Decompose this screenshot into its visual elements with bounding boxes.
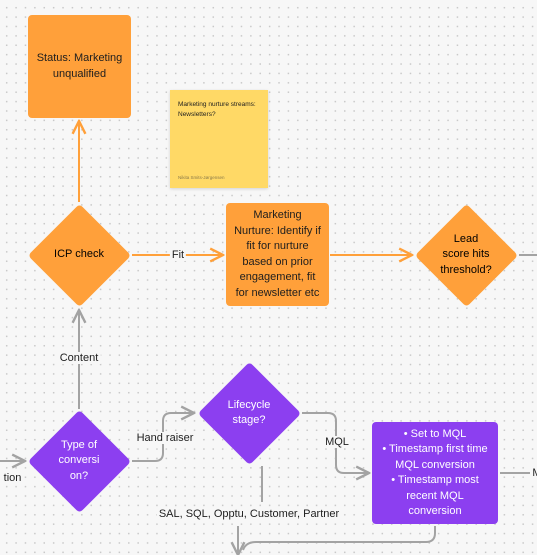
edge-label-content: Content [57,352,101,364]
sticky-note-author: Nikita Smits-Jørgensen [178,175,225,180]
sticky-note-text: Marketing nurture streams: Newsletters? [178,101,256,118]
edge-label-fit: Fit [169,249,187,261]
edge-label-other-stages: SAL, SQL, Opptu, Customer, Partner [156,508,342,520]
edge-label-right-cut: M [530,467,537,479]
edge-label-hand-raiser: Hand raiser [134,432,196,444]
status-unqualified-text: Status: Marketing unqualified [36,52,123,80]
type-of-conversion-node[interactable]: Type of conversi on? [27,409,131,513]
icp-check-node[interactable]: ICP check [27,203,131,307]
edge-label-mql: MQL [323,436,351,448]
marketing-nurture-text: Marketing Nurture: Identify if fit for n… [234,209,321,299]
lead-score-text: Lead score hits threshold? [440,232,492,276]
lifecycle-stage-node[interactable]: Lifecycle stage? [197,361,301,465]
edge-mql-return [242,526,436,551]
type-of-conversion-text: Type of conversi on? [58,438,100,482]
status-unqualified-node[interactable]: Status: Marketing unqualified [28,15,131,118]
sticky-note[interactable]: Marketing nurture streams: Newsletters? … [170,90,268,188]
mql-actions-list: Set to MQL Timestamp first time MQL conv… [382,427,488,520]
mql-action-item: Set to MQL [382,427,488,443]
lifecycle-stage-text: Lifecycle stage? [227,398,271,427]
mql-action-item: Timestamp most recent MQL conversion [382,473,488,520]
mql-actions-node[interactable]: Set to MQL Timestamp first time MQL conv… [372,422,498,524]
marketing-nurture-node[interactable]: Marketing Nurture: Identify if fit for n… [226,203,329,306]
mql-action-item: Timestamp first time MQL conversion [382,442,488,473]
edge-label-left-cut: tion [1,472,24,484]
lead-score-node[interactable]: Lead score hits threshold? [414,203,518,307]
icp-check-text: ICP check [54,248,104,261]
